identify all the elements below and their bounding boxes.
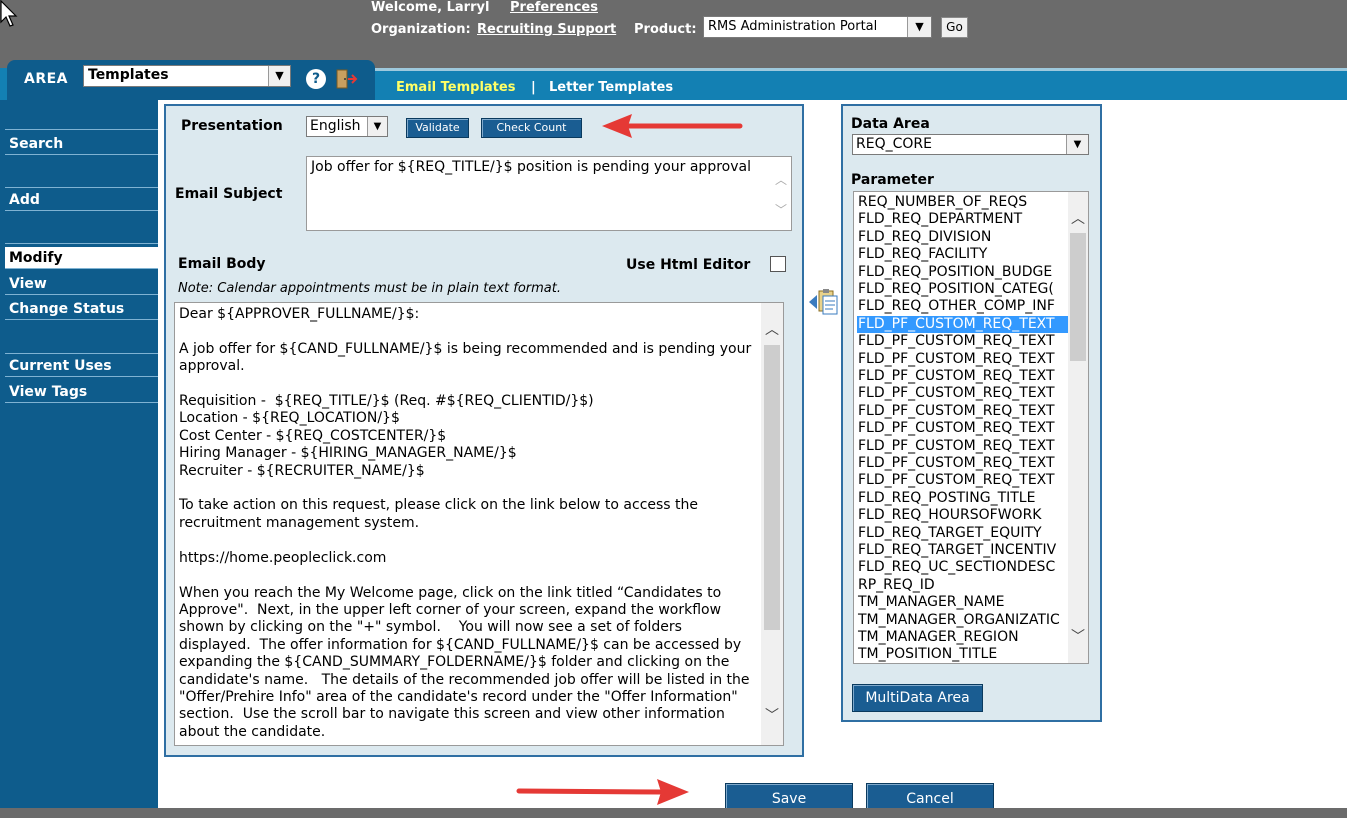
parameter-list-item[interactable]: FLD_PF_CUSTOM_REQ_TEXT: [857, 455, 1069, 472]
area-label: AREA: [24, 71, 69, 87]
html-editor-checkbox[interactable]: [770, 256, 786, 272]
parameter-list-item[interactable]: TM_MANAGER_ORGANIZATIC: [857, 612, 1069, 629]
insert-parameter-icon[interactable]: [807, 287, 839, 317]
html-editor-label: Use Html Editor: [626, 257, 751, 273]
preferences-link[interactable]: Preferences: [510, 0, 598, 15]
parameter-list-item[interactable]: FLD_REQ_HOURSOFWORK: [857, 507, 1069, 524]
parameter-list-item[interactable]: FLD_REQ_TARGET_EQUITY: [857, 525, 1069, 542]
presentation-label: Presentation: [181, 118, 283, 134]
chevron-up-icon: ︿: [774, 173, 787, 187]
parameter-list-item[interactable]: FLD_REQ_POSITION_CATEG(: [857, 281, 1069, 298]
annotation-arrow-icon: [602, 114, 743, 138]
parameter-list-item[interactable]: FLD_PF_CUSTOM_REQ_TEXT: [857, 385, 1069, 402]
tab-separator: |: [531, 80, 536, 95]
organization-link[interactable]: Recruiting Support: [477, 22, 616, 37]
presentation-select-value: English: [310, 118, 361, 134]
tab-email-templates[interactable]: Email Templates: [396, 80, 515, 95]
parameter-list-item[interactable]: FLD_REQ_DIVISION: [857, 229, 1069, 246]
top-header: Welcome, Larryl Preferences Organization…: [0, 0, 1347, 68]
parameter-label: Parameter: [851, 172, 934, 188]
welcome-text: Welcome, Larryl: [371, 0, 490, 15]
body-scroll-thumb[interactable]: [764, 345, 780, 630]
chevron-down-icon: ▼: [907, 17, 931, 37]
parameter-list-item[interactable]: REQ_NUMBER_OF_REQS: [857, 194, 1069, 211]
parameter-list-item[interactable]: FLD_PF_CUSTOM_REQ_TEXT: [857, 472, 1069, 489]
chevron-down-icon: ▼: [268, 66, 290, 86]
cancel-button[interactable]: Cancel: [866, 783, 994, 811]
plain-text-note: Note: Calendar appointments must be in p…: [178, 281, 561, 296]
data-area-select[interactable]: REQ_CORE ▼: [852, 134, 1089, 155]
parameter-list-item[interactable]: FLD_REQ_POSTING_TITLE: [857, 490, 1069, 507]
email-body-value: Dear ${APPROVER_FULLNAME/}$: A job offer…: [179, 306, 752, 740]
chevron-down-icon[interactable]: ﹀: [1071, 630, 1085, 644]
sidebar-spacer: [5, 104, 158, 130]
parameter-scroll-thumb[interactable]: [1070, 233, 1086, 361]
multidata-area-button[interactable]: MultiData Area: [852, 684, 983, 712]
bottom-bar: [0, 808, 1347, 818]
subject-scrollbar[interactable]: ︿ ﹀: [773, 159, 789, 228]
parameter-list-item[interactable]: TM_MANAGER_REGION: [857, 629, 1069, 646]
chevron-up-icon[interactable]: ︿: [765, 323, 779, 337]
parameter-list-item[interactable]: FLD_REQ_POSITION_BUDGE: [857, 264, 1069, 281]
validate-button[interactable]: Validate: [406, 118, 469, 138]
sidebar-item-current-uses[interactable]: Current Uses: [5, 355, 158, 377]
product-label: Product:: [634, 22, 697, 37]
save-button[interactable]: Save: [725, 783, 853, 811]
sidebar-item-view[interactable]: View: [5, 273, 158, 295]
organization-label: Organization:: [371, 22, 471, 37]
parameter-list-item[interactable]: FLD_REQ_FACILITY: [857, 246, 1069, 263]
tab-letter-templates[interactable]: Letter Templates: [549, 80, 673, 95]
annotation-arrow-icon: [516, 779, 689, 805]
parameter-list-item[interactable]: TM_POSITION_TITLE: [857, 646, 1069, 663]
chevron-down-icon: ﹀: [774, 203, 787, 217]
parameter-list-item[interactable]: FLD_PF_CUSTOM_REQ_TEXT: [857, 420, 1069, 437]
body-scrollbar[interactable]: ︿ ﹀: [761, 303, 783, 745]
data-area-select-value: REQ_CORE: [856, 136, 932, 152]
check-count-button[interactable]: Check Count: [481, 118, 582, 138]
parameter-list-item[interactable]: RP_REQ_ID: [857, 577, 1069, 594]
product-select-value: RMS Administration Portal: [708, 19, 878, 34]
sidebar-spacer: [5, 156, 158, 188]
help-icon[interactable]: ?: [306, 69, 326, 89]
presentation-select[interactable]: English ▼: [306, 116, 388, 137]
email-body-field[interactable]: Dear ${APPROVER_FULLNAME/}$: A job offer…: [174, 302, 784, 746]
parameter-list-item[interactable]: FLD_PF_CUSTOM_REQ_TEXT: [857, 333, 1069, 350]
chevron-down-icon: ▼: [1066, 135, 1088, 154]
chevron-down-icon[interactable]: ﹀: [765, 709, 779, 723]
chevron-down-icon: ▼: [367, 117, 387, 136]
data-area-label: Data Area: [851, 116, 930, 132]
parameter-list-item[interactable]: TM_MANAGER_NAME: [857, 594, 1069, 611]
parameter-list-item[interactable]: FLD_PF_CUSTOM_REQ_TEXT: [857, 403, 1069, 420]
parameter-list[interactable]: REQ_NUMBER_OF_REQS FLD_REQ_DEPARTMENT FLD_…: [853, 191, 1089, 664]
email-subject-label: Email Subject: [175, 186, 283, 202]
mouse-pointer-icon: [0, 0, 18, 27]
sidebar-spacer: [5, 212, 158, 244]
product-select[interactable]: RMS Administration Portal ▼: [703, 16, 932, 38]
parameter-list-item[interactable]: FLD_REQ_OTHER_COMP_INF: [857, 298, 1069, 315]
email-body-label: Email Body: [178, 256, 266, 272]
exit-door-icon[interactable]: [334, 67, 358, 91]
parameter-list-item[interactable]: FLD_REQ_UC_SECTIONDESC: [857, 559, 1069, 576]
area-select[interactable]: Templates ▼: [83, 65, 291, 87]
parameter-list-item[interactable]: FLD_PF_CUSTOM_REQ_TEXT: [857, 368, 1069, 385]
parameter-list-item[interactable]: FLD_REQ_TARGET_INCENTIV: [857, 542, 1069, 559]
go-button[interactable]: Go: [941, 17, 968, 38]
parameter-list-item[interactable]: FLD_PF_CUSTOM_REQ_TEXT: [857, 438, 1069, 455]
sidebar-item-add[interactable]: Add: [5, 189, 158, 211]
parameter-list-item[interactable]: FLD_PF_CUSTOM_REQ_TEXT: [857, 315, 1069, 333]
parameter-list-item[interactable]: FLD_REQ_DEPARTMENT: [857, 211, 1069, 228]
sidebar-item-change-status[interactable]: Change Status: [5, 298, 158, 320]
sidebar-spacer: [5, 321, 158, 354]
sidebar-item-view-tags[interactable]: View Tags: [5, 381, 158, 403]
email-subject-field[interactable]: Job offer for ${REQ_TITLE/}$ position is…: [306, 156, 792, 231]
sidebar-item-search[interactable]: Search: [5, 133, 158, 155]
area-select-value: Templates: [88, 67, 169, 83]
sidebar-item-modify[interactable]: Modify: [5, 247, 158, 269]
email-subject-value: Job offer for ${REQ_TITLE/}$ position is…: [311, 159, 751, 175]
chevron-up-icon[interactable]: ︿: [1071, 212, 1085, 226]
parameter-scrollbar[interactable]: ︿ ﹀: [1068, 192, 1088, 663]
sidebar: Search Add Modify View Change Status Cur…: [0, 104, 158, 808]
parameter-list-item[interactable]: FLD_PF_CUSTOM_REQ_TEXT: [857, 351, 1069, 368]
tab-bar-highlight: [375, 68, 1347, 71]
